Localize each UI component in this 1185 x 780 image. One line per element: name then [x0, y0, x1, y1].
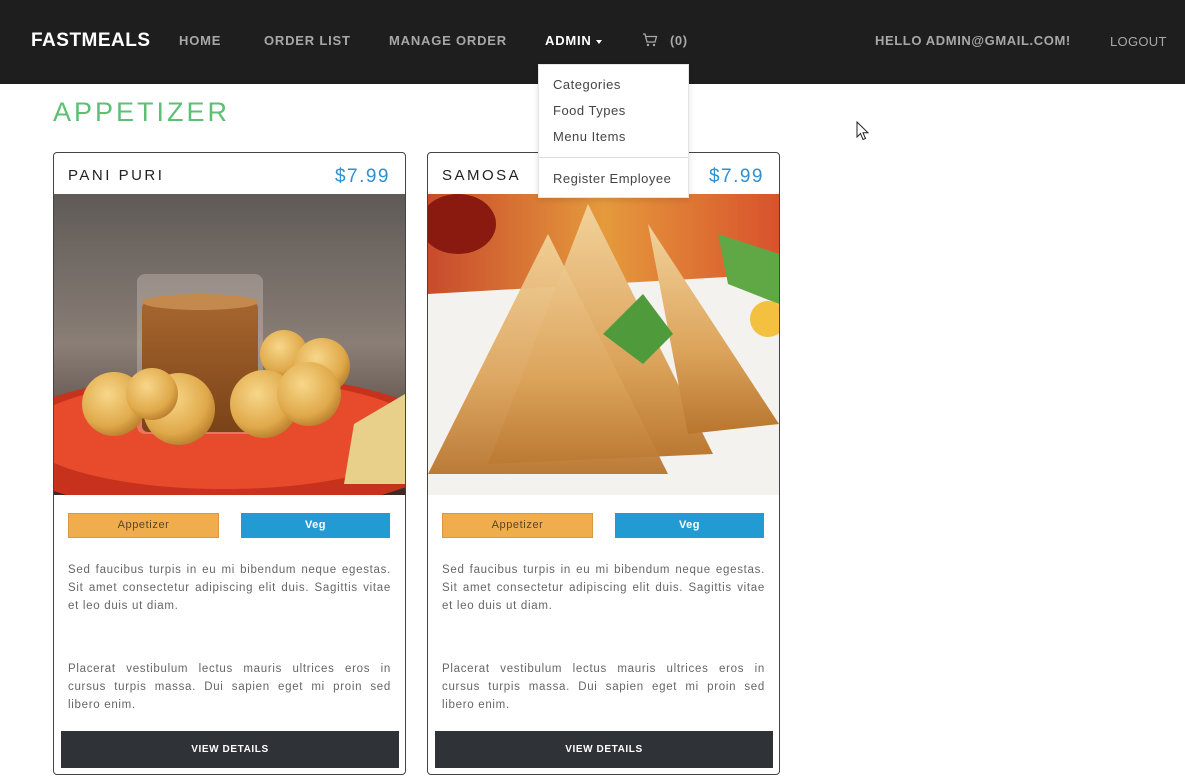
- menu-item-food-types[interactable]: Food Types: [553, 103, 626, 118]
- logout-link[interactable]: LOGOUT: [1110, 34, 1167, 49]
- item-price: $7.99: [708, 166, 764, 187]
- user-greeting: HELLO ADMIN@GMAIL.COM!: [875, 33, 1071, 48]
- item-description-1: Sed faucibus turpis in eu mi bibendum ne…: [68, 564, 391, 612]
- nav-manage-order-link[interactable]: MANAGE ORDER: [389, 33, 507, 48]
- nav-order-list-link[interactable]: ORDER LIST: [264, 33, 351, 48]
- category-badge: Appetizer: [68, 513, 219, 538]
- admin-dropdown-menu: Categories Food Types Menu Items Registe…: [538, 64, 689, 198]
- menu-card: SAMOSA $7.99 Appetizer Veg Sed faucibus …: [427, 152, 780, 775]
- view-details-button[interactable]: VIEW DETAILS: [435, 731, 773, 768]
- item-price: $7.99: [334, 166, 390, 187]
- view-details-button[interactable]: VIEW DETAILS: [61, 731, 399, 768]
- nav-home-link[interactable]: HOME: [179, 33, 221, 48]
- menu-card: PANI PURI $7.99 Appetizer Veg Sed faucib…: [53, 152, 406, 775]
- cart-count: (0): [670, 32, 688, 48]
- food-type-badge: Veg: [615, 513, 764, 538]
- nav-cart-link[interactable]: (0): [642, 32, 688, 48]
- pani-puri-photo: [54, 194, 405, 495]
- menu-item-categories[interactable]: Categories: [553, 77, 621, 92]
- category-heading: APPETIZER: [53, 97, 231, 127]
- category-badge: Appetizer: [442, 513, 593, 538]
- item-description-2: Placerat vestibulum lectus mauris ultric…: [442, 663, 765, 711]
- item-description-2: Placerat vestibulum lectus mauris ultric…: [68, 663, 391, 711]
- caret-down-icon: [595, 39, 602, 44]
- nav-admin-dropdown-toggle[interactable]: ADMIN: [545, 33, 602, 48]
- item-name: PANI PURI: [68, 167, 165, 184]
- menu-item-menu-items[interactable]: Menu Items: [553, 129, 626, 144]
- food-type-badge: Veg: [241, 513, 390, 538]
- menu-item-register-employee[interactable]: Register Employee: [553, 171, 671, 186]
- item-description-1: Sed faucibus turpis in eu mi bibendum ne…: [442, 564, 765, 612]
- samosa-photo: [428, 194, 779, 495]
- dropdown-divider: [539, 157, 688, 158]
- nav-admin-label: ADMIN: [545, 33, 592, 48]
- brand-logo[interactable]: FASTMEALS: [31, 30, 151, 52]
- shopping-cart-icon: [643, 33, 658, 47]
- item-name: SAMOSA: [442, 167, 522, 184]
- mouse-cursor-icon: [856, 121, 870, 141]
